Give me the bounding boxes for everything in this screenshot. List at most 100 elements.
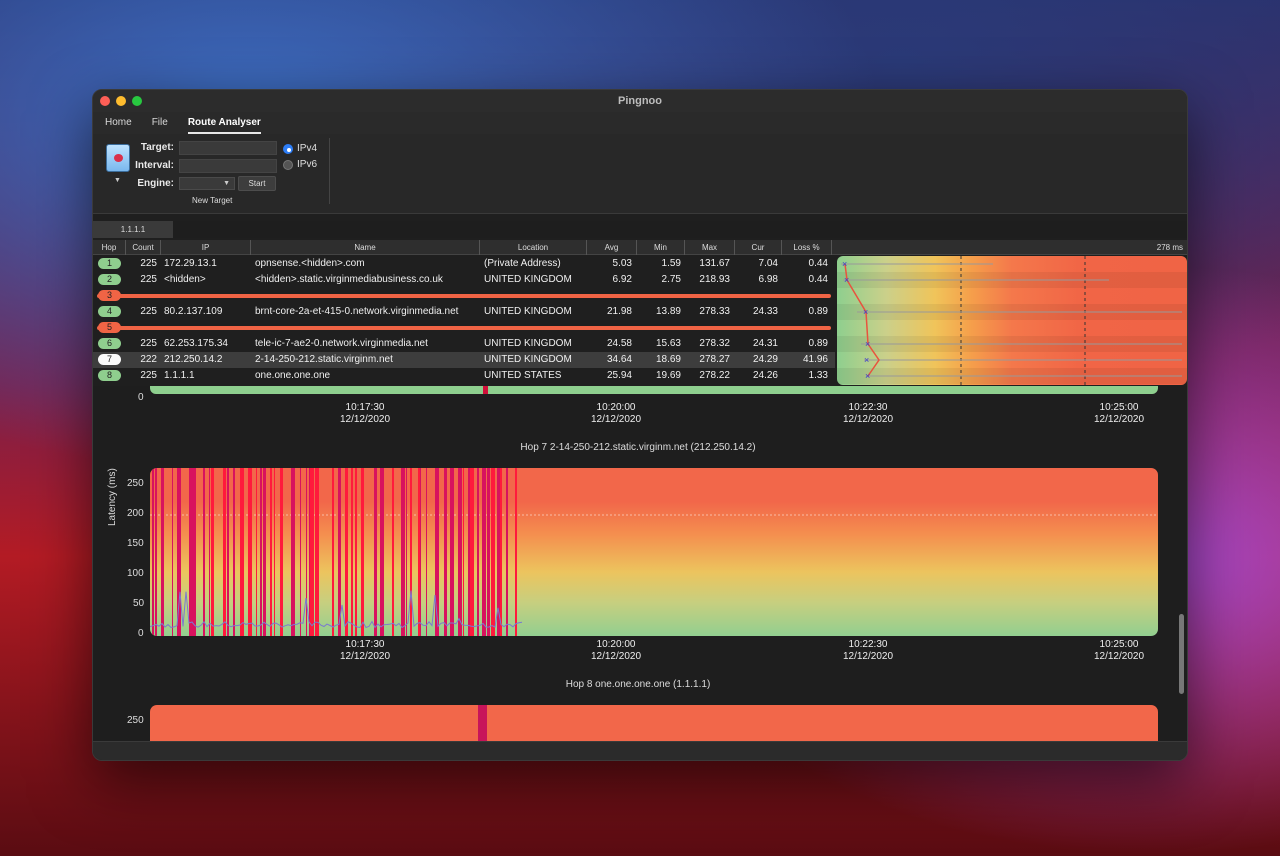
hop-charts-panel: 0 10:17:30 12/12/2020 10:20:00 12/12/2020 …	[93, 386, 1187, 745]
loss-bar	[172, 468, 173, 636]
ip-cell: 212.250.14.2	[164, 354, 223, 365]
menu-file[interactable]: File	[152, 117, 168, 134]
maximize-window-button[interactable]	[132, 96, 142, 106]
ipv4-radio[interactable]: IPv4	[283, 143, 317, 154]
time-label: 10:17:30 12/12/2020	[325, 639, 405, 663]
col-avg[interactable]: Avg	[587, 240, 637, 255]
start-button[interactable]: Start	[238, 176, 276, 191]
time-label: 10:25:00 12/12/2020	[1079, 402, 1159, 426]
loss-bar	[458, 468, 462, 636]
status-bar	[93, 741, 1187, 760]
interval-input[interactable]	[179, 159, 277, 173]
ip-cell: 80.2.137.109	[164, 306, 223, 317]
col-min[interactable]: Min	[637, 240, 685, 255]
y-axis-label: Latency (ms)	[107, 468, 118, 526]
route-graph-svg: × × × × × ×	[841, 256, 1182, 385]
time-label: 10:20:00 12/12/2020	[576, 639, 656, 663]
minimize-window-button[interactable]	[116, 96, 126, 106]
loss-bar	[491, 468, 495, 636]
charts-scrollbar[interactable]	[1179, 386, 1185, 744]
y-tick: 250	[127, 478, 144, 489]
loss-cell: 41.96	[802, 354, 828, 365]
col-count[interactable]: Count	[126, 240, 161, 255]
table-header: Hop Count IP Name Location Avg Min Max C…	[93, 240, 1187, 255]
loss-bar	[410, 468, 412, 636]
close-window-button[interactable]	[100, 96, 110, 106]
hop-badge: 7	[98, 354, 121, 365]
loss-bar	[401, 468, 405, 636]
loss-bar	[227, 468, 229, 636]
engine-select[interactable]: ▼	[179, 177, 235, 190]
table-row[interactable]: 8 225 1.1.1.1 one.one.one.one UNITED STA…	[93, 368, 835, 384]
loss-bar	[240, 468, 244, 636]
min-cell: 13.89	[655, 306, 681, 317]
loss-bar	[500, 468, 502, 636]
max-cell: 278.27	[699, 354, 730, 365]
hop8-latency-chart	[150, 705, 1158, 745]
ipv6-radio[interactable]: IPv6	[283, 159, 317, 170]
time-value: 10:22:30	[848, 639, 888, 650]
hop7-chart-svg	[150, 468, 1158, 636]
loss-bar	[209, 468, 210, 636]
loss-bar	[444, 468, 447, 636]
table-row-selected[interactable]: 7 222 212.250.14.2 2-14-250-212.static.v…	[93, 352, 835, 368]
count-cell: 225	[140, 274, 157, 285]
col-ip[interactable]: IP	[161, 240, 251, 255]
loss-bar	[506, 468, 508, 636]
target-input[interactable]	[179, 141, 277, 155]
loss-bar	[300, 468, 301, 636]
count-cell: 225	[140, 306, 157, 317]
avg-cell: 34.64	[606, 354, 632, 365]
loss-spike	[483, 386, 488, 394]
table-row[interactable]: 1 225 172.29.13.1 opnsense.<hidden>.com …	[93, 256, 835, 272]
latency-series-line	[150, 590, 523, 629]
tab-target[interactable]: 1.1.1.1	[93, 221, 173, 238]
cur-cell: 24.31	[752, 338, 778, 349]
table-row[interactable]: 4 225 80.2.137.109 brnt-core-2a-et-415-0…	[93, 304, 835, 320]
latency-marker: ×	[863, 307, 868, 317]
date-value: 12/12/2020	[1093, 651, 1145, 662]
new-target-caption: New Target	[192, 196, 233, 205]
location-cell: UNITED STATES	[484, 370, 562, 381]
table-row[interactable]: 2 225 <hidden> <hidden>.static.virginmed…	[93, 272, 835, 288]
loss-bar	[306, 468, 307, 636]
menu-route-analyser[interactable]: Route Analyser	[187, 117, 261, 134]
min-cell: 2.75	[661, 274, 681, 285]
loss-bar	[380, 468, 384, 636]
loss-bar	[248, 468, 252, 636]
max-cell: 278.33	[699, 306, 730, 317]
hop-badge: 8	[98, 370, 121, 381]
loss-bar	[177, 468, 181, 636]
loss-cell: 0.89	[808, 306, 828, 317]
date-value: 12/12/2020	[339, 651, 391, 662]
y-tick: 50	[133, 598, 145, 609]
loss-bar	[468, 468, 470, 636]
location-cell: UNITED KINGDOM	[484, 354, 572, 365]
col-location[interactable]: Location	[480, 240, 587, 255]
col-name[interactable]: Name	[251, 240, 480, 255]
hop-badge: 3	[98, 290, 121, 301]
col-max[interactable]: Max	[685, 240, 735, 255]
table-row-timeout[interactable]: 3	[93, 288, 835, 304]
name-cell: one.one.one.one	[255, 370, 331, 381]
time-label: 10:17:30 12/12/2020	[325, 402, 405, 426]
loss-bar	[426, 468, 427, 636]
hop8-chart-title: Hop 8 one.one.one.one (1.1.1.1)	[565, 679, 711, 690]
scrollbar-thumb[interactable]	[1179, 614, 1184, 694]
loss-bar	[263, 468, 266, 636]
col-loss[interactable]: Loss %	[782, 240, 832, 255]
y-tick: 200	[127, 508, 144, 519]
latency-marker: ×	[842, 259, 847, 269]
ip-cell: 62.253.175.34	[164, 338, 228, 349]
target-label: Target:	[140, 142, 174, 153]
window-title: Pingnoo	[618, 95, 662, 107]
date-value: 12/12/2020	[842, 651, 894, 662]
table-row-timeout[interactable]: 5	[93, 320, 835, 336]
loss-cell: 0.44	[808, 258, 828, 269]
col-hop[interactable]: Hop	[93, 240, 126, 255]
menu-home[interactable]: Home	[105, 117, 132, 134]
latency-marker: ×	[864, 355, 869, 365]
avg-cell: 21.98	[606, 306, 632, 317]
col-cur[interactable]: Cur	[735, 240, 782, 255]
table-row[interactable]: 6 225 62.253.175.34 tele-ic-7-ae2-0.netw…	[93, 336, 835, 352]
